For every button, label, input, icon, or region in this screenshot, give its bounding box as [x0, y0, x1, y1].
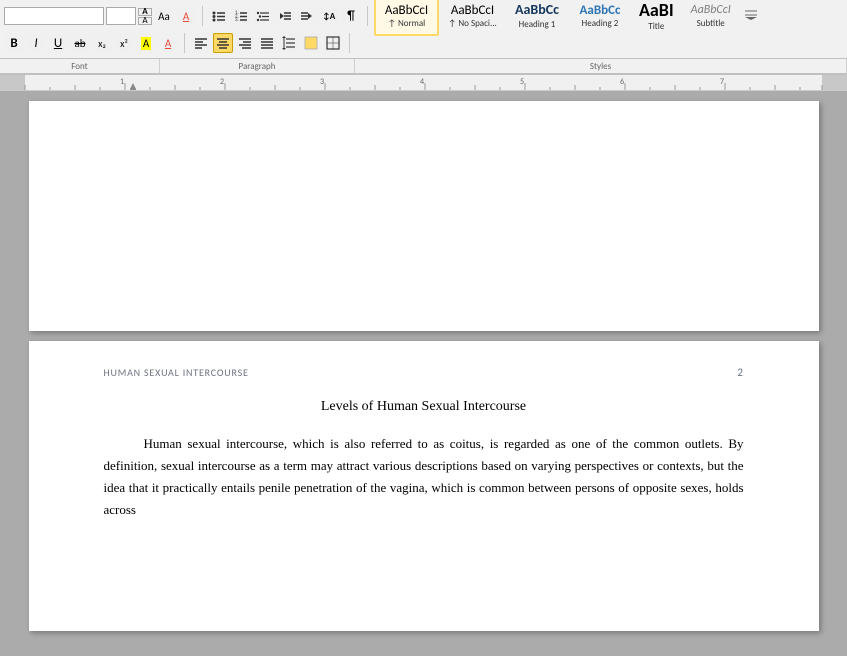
bullets-btn[interactable]	[209, 6, 229, 26]
justify-btn[interactable]	[257, 33, 277, 53]
align-left-btn[interactable]	[191, 33, 211, 53]
style-subtitle-label: Subtitle	[697, 18, 725, 29]
superscript-btn[interactable]: x²	[114, 33, 134, 53]
styles-section: AaBbCcI ↑ Normal AaBbCcI ↑ No Spaci... A…	[374, 0, 761, 36]
style-heading1-label: Heading 1	[519, 19, 556, 30]
page-header-num: 2	[737, 366, 743, 379]
style-normal-label: ↑ Normal	[388, 18, 425, 29]
style-heading1-btn[interactable]: AaBbCc Heading 1	[506, 0, 568, 36]
italic-btn[interactable]: I	[26, 33, 46, 53]
page-1	[29, 101, 819, 331]
svg-text:2: 2	[220, 77, 224, 87]
font-case-btn[interactable]: Aa	[154, 6, 174, 26]
sort-btn[interactable]: ↕A	[319, 6, 339, 26]
doc-title[interactable]: Levels of Human Sexual Intercourse	[104, 399, 744, 415]
toolbar-row1: Calibri 12 A A Aa A 1.2.3.	[4, 2, 843, 30]
style-no-spacing-label: ↑ No Spaci...	[448, 18, 497, 29]
svg-text:1: 1	[120, 77, 124, 87]
doc-body[interactable]: Human sexual intercourse, which is also …	[104, 433, 744, 521]
show-marks-btn[interactable]: ¶	[341, 6, 361, 26]
style-no-spacing-preview: AaBbCcI	[451, 3, 494, 19]
align-right-btn[interactable]	[235, 33, 255, 53]
font-name-input[interactable]: Calibri	[4, 7, 104, 25]
numbering-btn[interactable]: 1.2.3.	[231, 6, 251, 26]
style-title-label: Title	[648, 21, 664, 32]
style-heading2-btn[interactable]: AaBbCc Heading 2	[569, 0, 631, 36]
ruler: 1 2 3 4 5 6 7	[0, 75, 847, 91]
style-normal-btn[interactable]: AaBbCcI ↑ Normal	[374, 0, 439, 36]
style-heading1-preview: AaBbCc	[515, 2, 559, 19]
style-title-preview: AaBI	[639, 0, 674, 21]
document-area[interactable]: HUMAN SEXUAL INTERCOURSE 2 Levels of Hum…	[0, 91, 847, 656]
body-paragraph-1[interactable]: Human sexual intercourse, which is also …	[104, 433, 744, 521]
strikethrough-btn[interactable]: ab	[70, 33, 90, 53]
style-subtitle-preview: AaBbCcI	[691, 3, 731, 17]
text-highlight-btn[interactable]: A	[136, 33, 156, 53]
font-size-shrink-btn[interactable]: A	[138, 17, 152, 25]
toolbar: Calibri 12 A A Aa A 1.2.3.	[0, 0, 847, 59]
line-spacing-btn[interactable]	[279, 33, 299, 53]
svg-text:5: 5	[520, 77, 524, 87]
more-styles-btn[interactable]	[741, 0, 761, 36]
svg-text:3.: 3.	[235, 17, 239, 23]
font-section-label: Font	[0, 59, 160, 73]
paragraph-section-label: Paragraph	[160, 59, 355, 73]
subscript-btn[interactable]: x₂	[92, 33, 112, 53]
align-center-btn[interactable]	[213, 33, 233, 53]
sections-bar: Font Paragraph Styles	[0, 59, 847, 75]
style-no-spacing-btn[interactable]: AaBbCcI ↑ No Spaci...	[440, 0, 505, 36]
shading-btn[interactable]	[301, 33, 321, 53]
page-header: HUMAN SEXUAL INTERCOURSE 2	[104, 366, 744, 379]
svg-text:6: 6	[620, 77, 624, 87]
style-subtitle-btn[interactable]: AaBbCcI Subtitle	[682, 0, 740, 36]
styles-section-label: Styles	[355, 59, 847, 73]
svg-text:4: 4	[420, 77, 424, 87]
font-color-btn[interactable]: A	[158, 33, 178, 53]
font-size-input[interactable]: 12	[106, 7, 136, 25]
svg-text:3: 3	[320, 77, 324, 87]
bold-btn[interactable]: B	[4, 33, 24, 53]
underline-btn[interactable]: U	[48, 33, 68, 53]
style-title-btn[interactable]: AaBI Title	[632, 0, 681, 36]
style-heading2-label: Heading 2	[582, 18, 619, 29]
decrease-indent-btn[interactable]	[275, 6, 295, 26]
page-2[interactable]: HUMAN SEXUAL INTERCOURSE 2 Levels of Hum…	[29, 341, 819, 631]
multilevel-list-btn[interactable]	[253, 6, 273, 26]
style-normal-preview: AaBbCcI	[385, 3, 428, 19]
increase-indent-btn[interactable]	[297, 6, 317, 26]
borders-btn[interactable]	[323, 33, 343, 53]
svg-text:7: 7	[720, 77, 724, 87]
clear-formatting-btn[interactable]: A	[176, 6, 196, 26]
page-header-title: HUMAN SEXUAL INTERCOURSE	[104, 366, 249, 379]
style-heading2-preview: AaBbCc	[580, 3, 621, 19]
font-size-controls: A A	[138, 8, 152, 25]
